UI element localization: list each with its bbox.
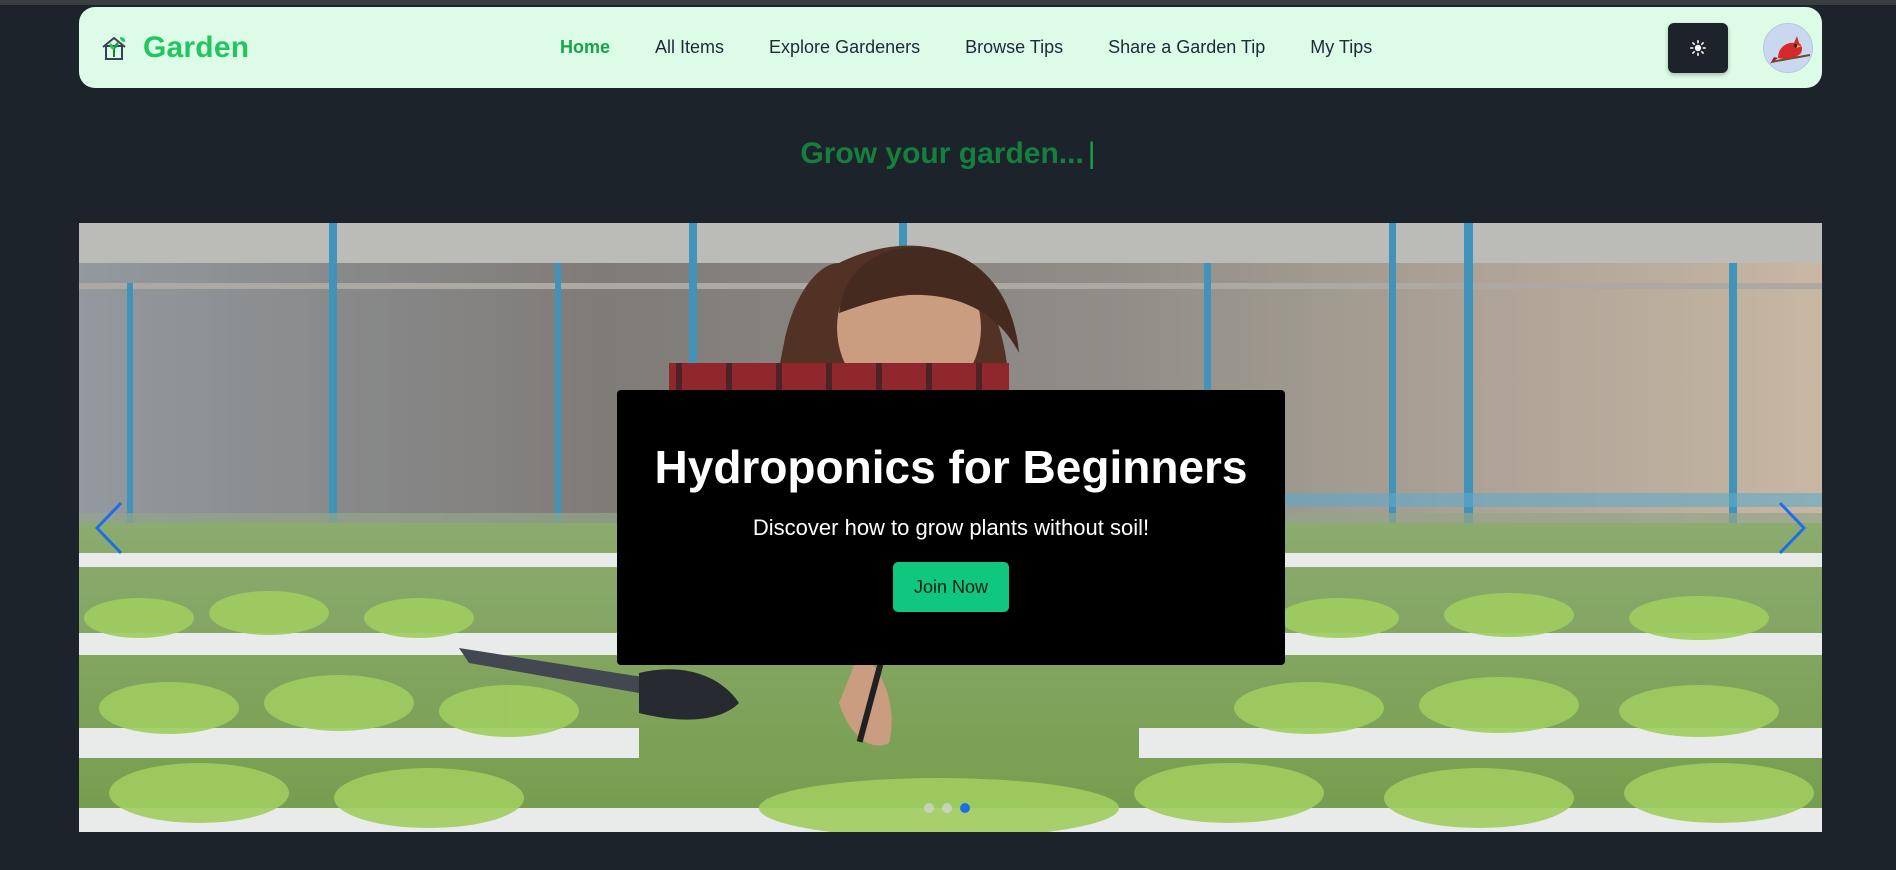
hero-tagline: Grow your garden... | — [0, 137, 1896, 171]
carousel-prev-button[interactable] — [91, 499, 125, 557]
navbar: Garden Home All Items Explore Gardeners … — [79, 7, 1822, 88]
user-avatar[interactable] — [1763, 23, 1813, 73]
nav-link-all-items[interactable]: All Items — [655, 37, 724, 58]
chevron-right-icon — [1778, 501, 1807, 555]
cardinal-bird-avatar — [1764, 24, 1812, 72]
hero-carousel: Hydroponics for Beginners Discover how t… — [79, 223, 1822, 832]
carousel-dot-3[interactable] — [960, 803, 970, 813]
chevron-left-icon — [94, 501, 123, 555]
carousel-dot-1[interactable] — [924, 803, 934, 813]
nav-link-share-tip[interactable]: Share a Garden Tip — [1108, 37, 1265, 58]
nav-links: Home All Items Explore Gardeners Browse … — [560, 7, 1417, 88]
join-now-button[interactable]: Join Now — [893, 562, 1009, 612]
theme-toggle-button[interactable] — [1668, 23, 1728, 73]
carousel-pagination — [924, 803, 970, 813]
carousel-dot-2[interactable] — [942, 803, 952, 813]
nav-link-my-tips[interactable]: My Tips — [1310, 37, 1372, 58]
sun-icon — [1690, 40, 1706, 56]
house-plant-icon — [102, 36, 126, 60]
slide-title: Hydroponics for Beginners — [654, 441, 1248, 493]
brand-name: Garden — [143, 30, 250, 64]
nav-link-explore-gardeners[interactable]: Explore Gardeners — [769, 37, 920, 58]
brand-link[interactable]: Garden — [99, 7, 249, 88]
typewriter-text: Grow your garden... — [800, 137, 1084, 170]
typewriter-cursor: | — [1087, 137, 1096, 170]
carousel-next-button[interactable] — [1776, 499, 1810, 557]
browser-top-strip — [0, 0, 1896, 5]
slide-subtitle: Discover how to grow plants without soil… — [752, 515, 1150, 540]
nav-link-browse-tips[interactable]: Browse Tips — [965, 37, 1063, 58]
slide-caption: Hydroponics for Beginners Discover how t… — [617, 390, 1285, 665]
nav-link-home[interactable]: Home — [560, 37, 610, 58]
